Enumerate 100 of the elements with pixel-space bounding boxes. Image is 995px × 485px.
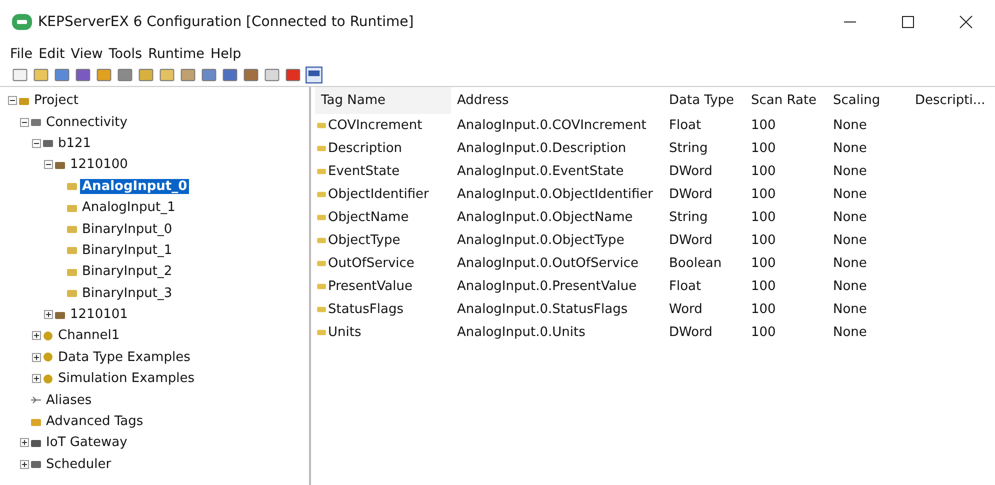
table-cell: EventState: [328, 164, 400, 179]
tree-item[interactable]: BinaryInput_2: [80, 264, 174, 280]
expander-icon[interactable]: [32, 331, 41, 340]
tree-item[interactable]: BinaryInput_3: [80, 286, 174, 301]
tree-item[interactable]: Channel1: [56, 328, 122, 344]
tree-item[interactable]: BinaryInput_0: [80, 222, 174, 237]
menu-item[interactable]: Help: [210, 46, 242, 62]
toolbar-icon[interactable]: [10, 66, 30, 84]
table-cell: DWord: [669, 187, 712, 202]
menu-item[interactable]: File: [10, 46, 33, 62]
tag-icon: [317, 191, 326, 198]
expander-icon[interactable]: [32, 352, 41, 362]
menu-item[interactable]: Edit: [38, 46, 65, 62]
menu-item[interactable]: Tools: [108, 46, 142, 62]
tree-item[interactable]: Advanced Tags: [44, 414, 146, 430]
tree-item[interactable]: Project: [32, 93, 80, 108]
table-cell: ObjectIdentifier: [328, 187, 429, 202]
node-icon: [42, 137, 54, 150]
app-logo-icon: [12, 14, 32, 30]
table-cell: StatusFlags: [328, 302, 404, 317]
table-cell: None: [833, 256, 867, 271]
table-cell: AnalogInput.0.EventState: [457, 164, 624, 179]
table-cell: 100: [751, 187, 776, 202]
expander-icon[interactable]: [20, 460, 29, 469]
toolbar-icon[interactable]: [178, 66, 198, 84]
tag-icon: [317, 214, 326, 221]
table-cell: AnalogInput.0.Description: [457, 141, 626, 156]
tree-item[interactable]: IoT Gateway: [44, 435, 130, 450]
tree-item[interactable]: Connectivity: [44, 114, 130, 130]
gear-icon: [42, 372, 54, 385]
toolbar-icon[interactable]: [52, 66, 72, 84]
toolbar-icon[interactable]: [241, 66, 261, 84]
toolbar-icon[interactable]: [199, 66, 219, 84]
toolbar-icon[interactable]: [31, 66, 51, 84]
toolbar-icon[interactable]: [73, 66, 93, 84]
table-cell: OutOfService: [328, 256, 414, 271]
folder-icon: [66, 180, 78, 192]
node-icon: [30, 458, 42, 470]
toolbar-icon[interactable]: [157, 66, 177, 84]
column-header[interactable]: Tag Name: [315, 87, 451, 114]
toolbar-icon[interactable]: [262, 66, 282, 84]
toolbar-icon[interactable]: [115, 66, 135, 84]
table-cell: None: [833, 325, 867, 340]
gear-icon: [42, 330, 54, 342]
tag-icon: [317, 283, 326, 290]
close-icon[interactable]: [959, 15, 973, 29]
table-cell: None: [833, 164, 867, 179]
tree-item[interactable]: AnalogInput_1: [80, 200, 178, 216]
expander-icon[interactable]: [8, 96, 17, 106]
window-title: KEPServerEX 6 Configuration [Connected to Runtime]: [38, 14, 414, 30]
table-cell: DWord: [669, 233, 712, 248]
maximize-icon[interactable]: [901, 15, 915, 29]
table-cell: AnalogInput.0.COVIncrement: [457, 118, 646, 133]
tag-icon: [317, 306, 326, 313]
tree-item[interactable]: 1210101: [68, 307, 130, 322]
table-cell: 100: [751, 302, 776, 317]
table-cell: 100: [751, 164, 776, 179]
table-cell: DWord: [669, 164, 712, 179]
table-cell: AnalogInput.0.ObjectType: [457, 233, 624, 248]
table-cell: Units: [328, 325, 362, 340]
expander-icon[interactable]: [44, 160, 53, 170]
table-cell: PresentValue: [328, 279, 412, 294]
tree-item[interactable]: Aliases: [44, 392, 94, 408]
table-cell: AnalogInput.0.OutOfService: [457, 256, 639, 271]
table-cell: None: [833, 302, 867, 317]
tree-item[interactable]: 1210100: [68, 157, 130, 172]
table-cell: 100: [751, 118, 776, 133]
toolbar-icon[interactable]: [283, 66, 303, 84]
toolbar-icon[interactable]: [136, 66, 156, 84]
expander-icon[interactable]: [20, 118, 29, 127]
tree-item[interactable]: AnalogInput_0: [80, 178, 190, 194]
folder-icon: [66, 223, 78, 236]
table-cell: AnalogInput.0.ObjectName: [457, 210, 633, 225]
table-cell: ObjectName: [328, 210, 409, 225]
tree-item[interactable]: Data Type Examples: [56, 350, 192, 365]
tag-icon: [317, 122, 326, 129]
toolbar-icon[interactable]: [220, 66, 240, 84]
tag-icon: [317, 145, 326, 152]
table-cell: AnalogInput.0.PresentValue: [457, 279, 637, 294]
table-cell: Boolean: [669, 256, 722, 271]
tree-item[interactable]: Scheduler: [44, 456, 114, 472]
expander-icon[interactable]: [32, 374, 41, 384]
tag-icon: [317, 168, 326, 175]
table-cell: None: [833, 210, 867, 225]
expander-icon[interactable]: [20, 438, 29, 448]
tree-item[interactable]: b121: [56, 136, 94, 151]
node-icon: [30, 116, 42, 128]
table-cell: 100: [751, 256, 776, 271]
tree-item[interactable]: Simulation Examples: [56, 371, 197, 386]
tree-item[interactable]: BinaryInput_1: [80, 242, 174, 258]
table-cell: String: [669, 141, 708, 156]
table-cell: COVIncrement: [328, 118, 422, 133]
table-cell: ObjectType: [328, 233, 400, 248]
expander-icon[interactable]: [44, 310, 53, 320]
expander-icon[interactable]: [32, 138, 41, 148]
table-cell: Description: [328, 141, 402, 156]
menu-item[interactable]: Runtime: [148, 46, 204, 62]
toolbar-icon[interactable]: [94, 66, 114, 84]
table-cell: 100: [751, 210, 776, 225]
menu-item[interactable]: View: [70, 46, 103, 62]
